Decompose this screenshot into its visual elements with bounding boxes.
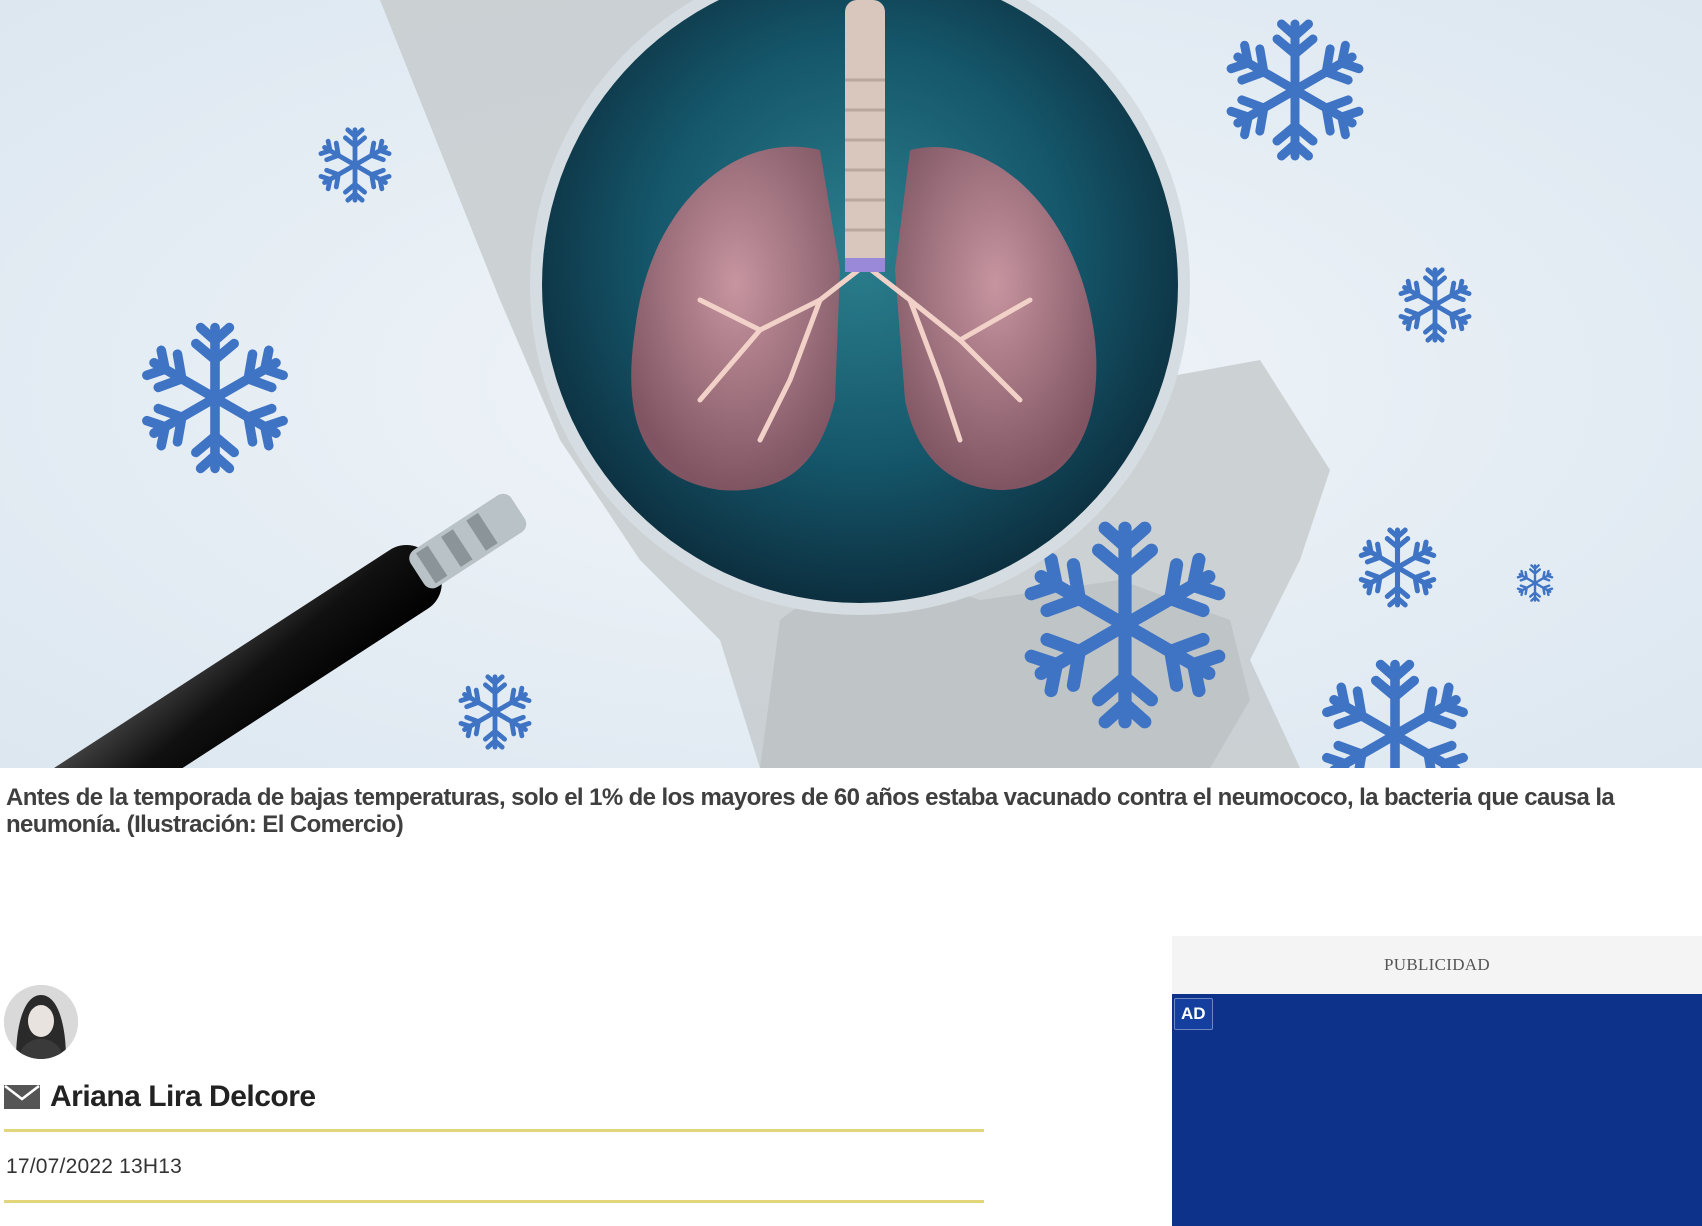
ad-label: PUBLICIDAD [1384,955,1490,974]
ad-content[interactable]: AD [1172,994,1702,1226]
author-row: Ariana Lira Delcore [4,1077,316,1117]
author-name[interactable]: Ariana Lira Delcore [50,1080,316,1114]
ad-label-bar: PUBLICIDAD [1172,936,1702,994]
ad-badge[interactable]: AD [1174,998,1213,1030]
advertisement: PUBLICIDAD AD [1172,936,1702,1226]
divider [4,1200,984,1203]
mail-icon[interactable] [4,1085,40,1109]
author-avatar[interactable] [4,985,78,1059]
hero-illustration [0,0,1702,768]
image-caption: Antes de la temporada de bajas temperatu… [6,784,1615,838]
publish-date: 17/07/2022 13H13 [6,1155,183,1178]
divider [4,1129,984,1132]
